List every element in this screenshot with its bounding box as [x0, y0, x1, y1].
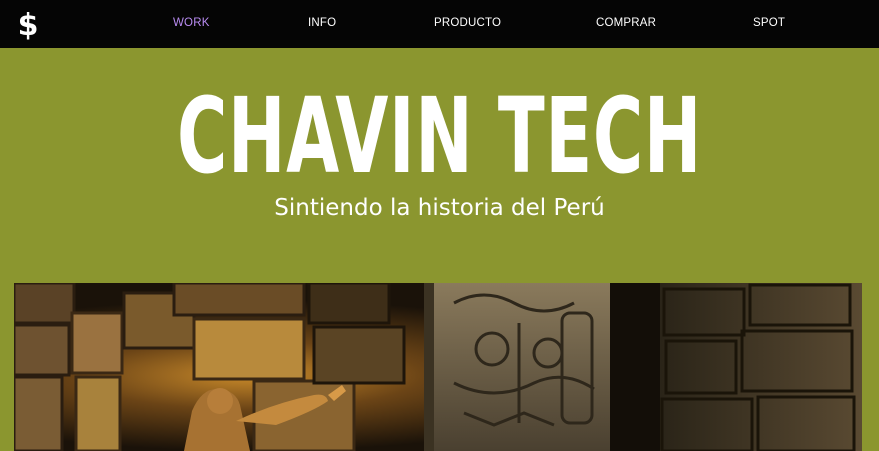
svg-text:$: $: [18, 8, 39, 40]
temple-scene-illustration: [14, 283, 862, 451]
dollar-sign-icon[interactable]: $: [16, 8, 40, 40]
nav-link-spot[interactable]: SPOT: [753, 17, 785, 29]
top-navbar: $ WORK INFO PRODUCTO COMPRAR SPOT: [0, 0, 879, 48]
nav-link-comprar[interactable]: COMPRAR: [596, 17, 656, 29]
hero-image: [14, 283, 862, 451]
hero-title: CHAVIN TECH: [176, 75, 703, 197]
nav-link-work[interactable]: WORK: [173, 17, 210, 29]
hero-subtitle: Sintiendo la historia del Perú: [274, 195, 605, 221]
nav-link-producto[interactable]: PRODUCTO: [434, 17, 501, 29]
nav-link-info[interactable]: INFO: [308, 17, 336, 29]
